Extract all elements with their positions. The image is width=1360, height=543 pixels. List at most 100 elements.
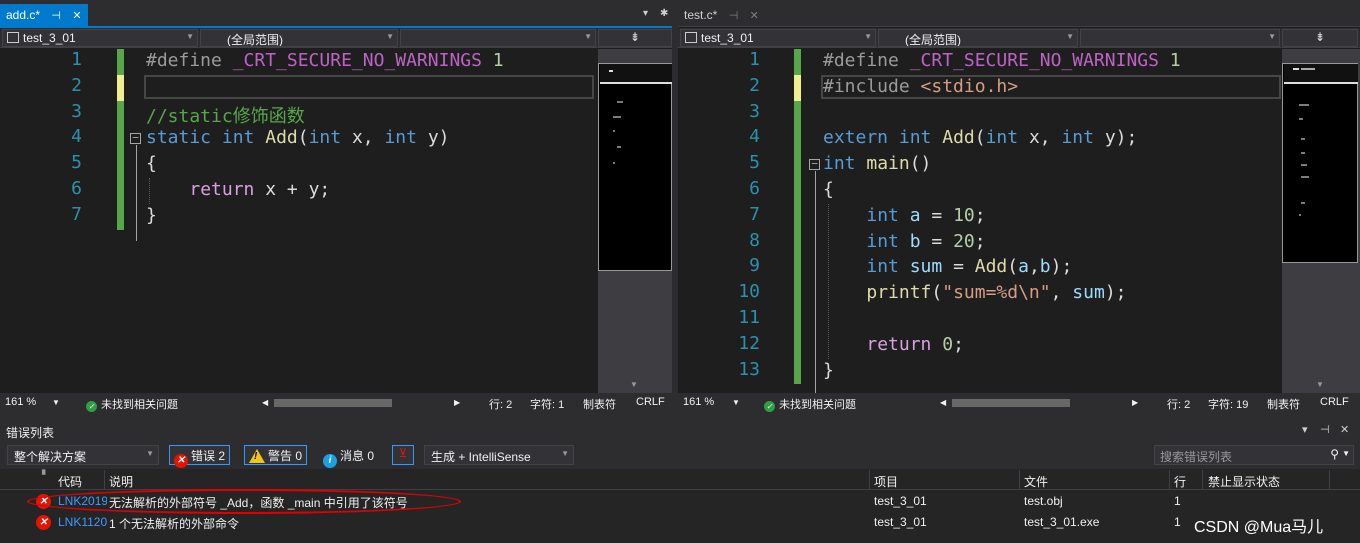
code-line: #define _CRT_SECURE_NO_WARNINGS 1 bbox=[146, 50, 504, 71]
code-token: Add bbox=[942, 127, 975, 149]
zoom-level[interactable]: 161 % bbox=[5, 396, 36, 408]
left-vertical-scrollbar[interactable]: ▼ bbox=[598, 49, 672, 393]
column-divider[interactable] bbox=[104, 470, 105, 490]
member-selector[interactable]: ▼ bbox=[400, 29, 596, 47]
sort-indicator-icon[interactable]: ▘ bbox=[42, 470, 49, 481]
scroll-left-icon[interactable]: ◀ bbox=[262, 398, 268, 407]
indent-mode[interactable]: 制表符 bbox=[1267, 396, 1300, 412]
scroll-down-icon[interactable]: ▼ bbox=[1316, 380, 1324, 389]
code-token: ; bbox=[974, 204, 986, 226]
pin-icon[interactable]: ⊣ bbox=[51, 9, 61, 22]
table-row[interactable]: ✕ LNK1120 1 个无法解析的外部命令 test_3_01 test_3_… bbox=[0, 512, 1360, 533]
chevron-down-icon[interactable]: ▼ bbox=[732, 398, 740, 407]
tab-list-dropdown-icon[interactable]: ▾ bbox=[643, 8, 648, 19]
errors-filter-button[interactable]: ✕ 错误 2 bbox=[169, 445, 231, 468]
collapse-icon[interactable]: − bbox=[130, 132, 141, 145]
code-line: return 0; bbox=[823, 334, 964, 355]
chevron-down-icon: ▼ bbox=[146, 449, 154, 458]
minimap-line bbox=[617, 146, 621, 148]
clear-filter-button[interactable]: ⊻ bbox=[392, 445, 414, 465]
column-code[interactable]: 代码 bbox=[58, 473, 82, 490]
left-minimap[interactable] bbox=[598, 63, 672, 271]
close-icon[interactable]: ✕ bbox=[750, 9, 759, 22]
right-vertical-scrollbar[interactable]: ▼ bbox=[1282, 49, 1360, 393]
horizontal-scrollbar-thumb[interactable] bbox=[274, 399, 392, 407]
scroll-right-icon[interactable]: ▶ bbox=[454, 398, 460, 407]
scope-selector[interactable]: (全局范围) ▼ bbox=[200, 29, 398, 47]
code-token: int bbox=[866, 230, 899, 252]
close-icon[interactable]: ✕ bbox=[1340, 423, 1349, 436]
line-number: 12 bbox=[738, 332, 760, 354]
gear-icon[interactable]: ✱ bbox=[660, 8, 668, 19]
error-code-link[interactable]: LNK1120 bbox=[58, 515, 107, 529]
warnings-filter-button[interactable]: ! 警告 0 bbox=[244, 445, 308, 465]
code-line: int a = 10; bbox=[823, 204, 986, 226]
line-ending[interactable]: CRLF bbox=[1320, 396, 1349, 408]
split-window-button[interactable]: ⇟ bbox=[1282, 29, 1358, 47]
error-search-input[interactable]: 搜索错误列表 ⚲ ▼ bbox=[1154, 445, 1354, 465]
minimap-line bbox=[1301, 176, 1309, 178]
project-selector[interactable]: test_3_01 ▼ bbox=[2, 29, 198, 47]
code-token: , bbox=[1050, 282, 1073, 304]
error-list-panel: 错误列表 ▾ ⊣ ✕ 整个解决方案 ▼ ✕ 错误 2 ! 警告 0 i 消息 0 ⊻ 生… bbox=[0, 419, 1360, 543]
scroll-left-icon[interactable]: ◀ bbox=[940, 398, 946, 407]
chevron-down-icon[interactable]: ▼ bbox=[52, 398, 60, 407]
code-token: b bbox=[1039, 256, 1051, 278]
code-line: printf("sum=%d\n", sum); bbox=[823, 282, 1126, 304]
scroll-down-icon[interactable]: ▼ bbox=[630, 380, 638, 389]
column-suppression[interactable]: 禁止显示状态 bbox=[1208, 473, 1280, 490]
close-icon[interactable]: ✕ bbox=[72, 9, 81, 22]
column-project[interactable]: 项目 bbox=[874, 473, 898, 490]
horizontal-scrollbar-thumb[interactable] bbox=[952, 399, 1070, 407]
line-number: 6 bbox=[71, 178, 82, 199]
minimap-viewport[interactable] bbox=[1284, 64, 1358, 84]
column-divider[interactable] bbox=[1019, 470, 1020, 490]
column-description[interactable]: 说明 bbox=[109, 473, 133, 490]
scope-selector[interactable]: (全局范围) ▼ bbox=[878, 29, 1078, 47]
code-token: <stdio.h> bbox=[920, 75, 1019, 97]
split-window-button[interactable]: ⇟ bbox=[598, 29, 672, 47]
panel-menu-icon[interactable]: ▾ bbox=[1302, 423, 1308, 436]
tab-add-c[interactable]: add.c* ⊣ ✕ bbox=[0, 4, 88, 27]
code-token: ( bbox=[297, 127, 309, 149]
saved-change-marker bbox=[794, 100, 801, 385]
error-project: test_3_01 bbox=[874, 515, 927, 529]
column-divider[interactable] bbox=[1329, 470, 1330, 490]
pin-icon[interactable]: ⊣ bbox=[1320, 423, 1330, 436]
code-token: x, bbox=[1018, 127, 1062, 149]
filter-clear-icon: ⊻ bbox=[398, 446, 408, 460]
column-divider[interactable] bbox=[869, 470, 870, 490]
right-minimap[interactable] bbox=[1282, 63, 1358, 263]
project-selector[interactable]: test_3_01 ▼ bbox=[680, 29, 876, 47]
code-token: Add bbox=[265, 127, 298, 149]
issues-indicator[interactable]: ✓ 未找到相关问题 bbox=[86, 396, 178, 412]
error-table-header: ▘ 代码 说明 项目 文件 行 禁止显示状态 bbox=[0, 470, 1360, 490]
code-line: } bbox=[823, 360, 834, 381]
column-divider[interactable] bbox=[1169, 470, 1170, 490]
messages-filter-button[interactable]: i 消息 0 bbox=[318, 445, 379, 468]
pin-icon[interactable]: ⊣ bbox=[729, 9, 739, 22]
scroll-right-icon[interactable]: ▶ bbox=[1132, 398, 1138, 407]
left-tab-bar: add.c* ⊣ ✕ ▾ ✱ bbox=[0, 0, 672, 27]
error-list-toolbar: 整个解决方案 ▼ ✕ 错误 2 ! 警告 0 i 消息 0 ⊻ 生成 + Intelli… bbox=[0, 441, 1360, 469]
tab-test-c[interactable]: test.c* ⊣ ✕ bbox=[678, 4, 765, 27]
indent-mode[interactable]: 制表符 bbox=[583, 396, 616, 412]
zoom-level[interactable]: 161 % bbox=[683, 396, 714, 408]
column-file[interactable]: 文件 bbox=[1024, 473, 1048, 490]
minimap-viewport[interactable] bbox=[600, 64, 672, 84]
column-line[interactable]: 行 bbox=[1174, 473, 1186, 490]
chevron-down-icon[interactable]: ▼ bbox=[1342, 449, 1350, 458]
column-divider[interactable] bbox=[1202, 470, 1203, 490]
search-icon[interactable]: ⚲ bbox=[1330, 447, 1339, 461]
member-selector[interactable]: ▼ bbox=[1080, 29, 1280, 47]
line-ending[interactable]: CRLF bbox=[636, 396, 665, 408]
collapse-icon[interactable]: − bbox=[809, 158, 820, 171]
line-number: 5 bbox=[749, 152, 760, 174]
build-filter-dropdown[interactable]: 生成 + IntelliSense ▼ bbox=[424, 445, 574, 465]
issues-indicator[interactable]: ✓ 未找到相关问题 bbox=[764, 396, 856, 412]
scope-dropdown[interactable]: 整个解决方案 ▼ bbox=[7, 445, 159, 465]
minimap-line bbox=[613, 162, 615, 164]
